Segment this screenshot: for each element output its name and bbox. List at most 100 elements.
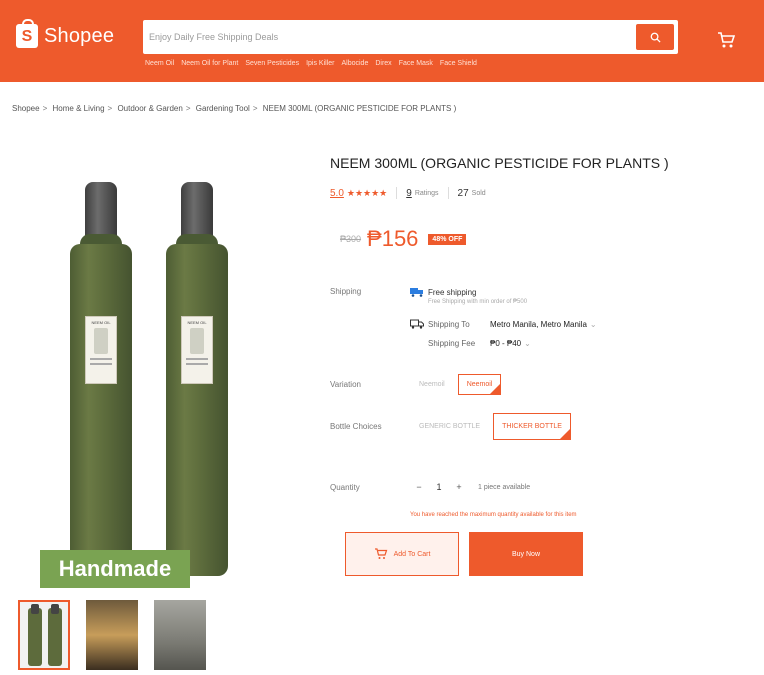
price-box: ₱300 ₱156 48% OFF	[330, 217, 750, 261]
bottle-label-text: NEEM OIL	[187, 320, 207, 325]
stock-available: 1 piece available	[478, 483, 531, 491]
label-line	[90, 358, 112, 360]
shipping-to-value[interactable]: Metro Manila, Metro Manila	[490, 320, 587, 329]
label-image	[94, 328, 108, 354]
sold-count: 27	[457, 187, 469, 199]
divider	[396, 187, 398, 199]
label-line	[186, 358, 208, 360]
product-details: NEEM 300ML (ORGANIC PESTICIDE FOR PLANTS…	[330, 155, 750, 576]
bottle-cap	[85, 182, 117, 238]
breadcrumb: Shopee > Home & Living > Outdoor & Garden >…	[12, 104, 456, 113]
search-icon	[650, 32, 661, 43]
quantity-stepper: − 1 +	[410, 482, 468, 492]
free-shipping-subtext: Free Shipping with min order of ₱500	[428, 299, 528, 305]
breadcrumb-link[interactable]: Gardening Tool	[196, 104, 250, 113]
bottle-label-text: NEEM OIL	[91, 320, 111, 325]
discount-badge: 48% OFF	[428, 233, 467, 245]
quantity-label: Quantity	[330, 482, 360, 492]
free-shipping-line: Free shipping	[410, 287, 597, 297]
suggestion-link[interactable]: Neem Oil	[145, 60, 174, 67]
product-gallery[interactable]: NEEM OIL NEEM OIL Handmade	[30, 150, 280, 595]
label-image	[190, 328, 204, 354]
decrease-button[interactable]: −	[410, 482, 428, 492]
bottle-option-selected[interactable]: THICKER BOTTLE	[493, 413, 571, 440]
shipping-to-row: Shipping To Metro Manila, Metro Manila ⌄	[410, 319, 597, 329]
increase-button[interactable]: +	[450, 482, 468, 492]
top-header: S Shopee Neem Oil Neem Oil for Plant Sev…	[0, 0, 764, 82]
thumbnail[interactable]	[86, 600, 138, 670]
thumbnail-bottle	[28, 604, 42, 666]
current-price: ₱156	[367, 226, 419, 251]
handmade-banner: Handmade	[40, 550, 190, 588]
quantity-row: Quantity − 1 + 1 piece available	[330, 482, 750, 492]
breadcrumb-link[interactable]: Shopee	[12, 104, 40, 113]
chevron-right-icon: >	[107, 104, 113, 113]
cart-icon	[718, 32, 736, 48]
breadcrumb-link[interactable]: Home & Living	[53, 104, 105, 113]
variation-row: Variation Neemoil Neemoil	[330, 374, 750, 395]
bottle-cap	[181, 182, 213, 238]
shipping-section: Shipping Free shipping Free Shipping wit…	[330, 287, 750, 348]
bottle-label: NEEM OIL	[85, 316, 117, 384]
add-to-cart-button[interactable]: Add To Cart	[345, 532, 459, 576]
original-price: ₱300	[340, 234, 362, 244]
suggestion-link[interactable]: Ipis Killer	[306, 60, 334, 67]
bottle-label: NEEM OIL	[181, 316, 213, 384]
bottle-body	[166, 244, 228, 576]
search-button[interactable]	[636, 24, 674, 50]
buy-now-label: Buy Now	[511, 550, 540, 558]
thumbnail-strip	[18, 600, 206, 670]
rating-row: 5.0 ★★★★★ 9 Ratings 27 Sold	[330, 187, 750, 199]
breadcrumb-current: NEEM 300ML (ORGANIC PESTICIDE FOR PLANTS…	[262, 104, 457, 113]
shopping-bag-icon: S	[16, 19, 38, 48]
bottle-option[interactable]: GENERIC BOTTLE	[410, 416, 489, 437]
logo-text: Shopee	[44, 24, 115, 47]
rating-value[interactable]: 5.0	[330, 188, 344, 199]
variation-option[interactable]: Neemoil	[410, 374, 454, 395]
chevron-right-icon: >	[185, 104, 191, 113]
ratings-count[interactable]: 9	[406, 188, 412, 199]
shopee-logo[interactable]: S Shopee	[16, 19, 115, 48]
action-buttons: Add To Cart Buy Now	[345, 532, 750, 576]
chevron-down-icon[interactable]: ⌄	[524, 339, 531, 348]
shipping-to-label: Shipping To	[428, 319, 470, 329]
add-to-cart-label: Add To Cart	[393, 550, 431, 558]
suggestion-link[interactable]: Albocide	[341, 60, 368, 67]
suggestion-link[interactable]: Direx	[375, 60, 391, 67]
product-title: NEEM 300ML (ORGANIC PESTICIDE FOR PLANTS…	[330, 155, 669, 171]
suggestion-link[interactable]: Face Mask	[399, 60, 433, 67]
thumbnail[interactable]	[154, 600, 206, 670]
suggestion-link[interactable]: Face Shield	[440, 60, 477, 67]
star-icons: ★★★★★	[346, 187, 388, 198]
shipping-fee-value[interactable]: ₱0 - ₱40	[490, 339, 521, 348]
cart-button[interactable]	[712, 26, 740, 54]
shipping-fee-row: Shipping Fee ₱0 - ₱40 ⌄	[428, 339, 597, 348]
bottle-body	[70, 244, 132, 576]
variation-label: Variation	[330, 380, 361, 389]
thumbnail[interactable]	[18, 600, 70, 670]
free-shipping-icon	[410, 288, 423, 297]
chevron-down-icon[interactable]: ⌄	[590, 320, 597, 329]
suggestion-link[interactable]: Neem Oil for Plant	[181, 60, 238, 67]
ratings-label: Ratings	[414, 189, 439, 197]
sold-label: Sold	[471, 189, 486, 197]
truck-icon	[410, 319, 424, 329]
search-input[interactable]	[149, 26, 629, 48]
buy-now-button[interactable]: Buy Now	[469, 532, 583, 576]
label-line	[90, 363, 112, 365]
free-shipping-title: Free shipping	[428, 287, 477, 297]
bottle-choices-row: Bottle Choices GENERIC BOTTLE THICKER BO…	[330, 413, 750, 440]
variation-option-selected[interactable]: Neemoil	[457, 374, 502, 395]
chevron-right-icon: >	[252, 104, 258, 113]
add-cart-icon	[374, 548, 387, 559]
thumbnail-bottle	[48, 604, 62, 666]
search-bar	[143, 20, 678, 54]
breadcrumb-link[interactable]: Outdoor & Garden	[117, 104, 182, 113]
shipping-info: Free shipping Free Shipping with min ord…	[410, 287, 597, 348]
suggestion-link[interactable]: Seven Pesticides	[245, 60, 299, 67]
chevron-right-icon: >	[42, 104, 48, 113]
quantity-input[interactable]: 1	[428, 482, 450, 492]
shipping-fee-label: Shipping Fee	[428, 339, 476, 348]
label-line	[186, 363, 208, 365]
max-quantity-warning: You have reached the maximum quantity av…	[410, 512, 577, 518]
